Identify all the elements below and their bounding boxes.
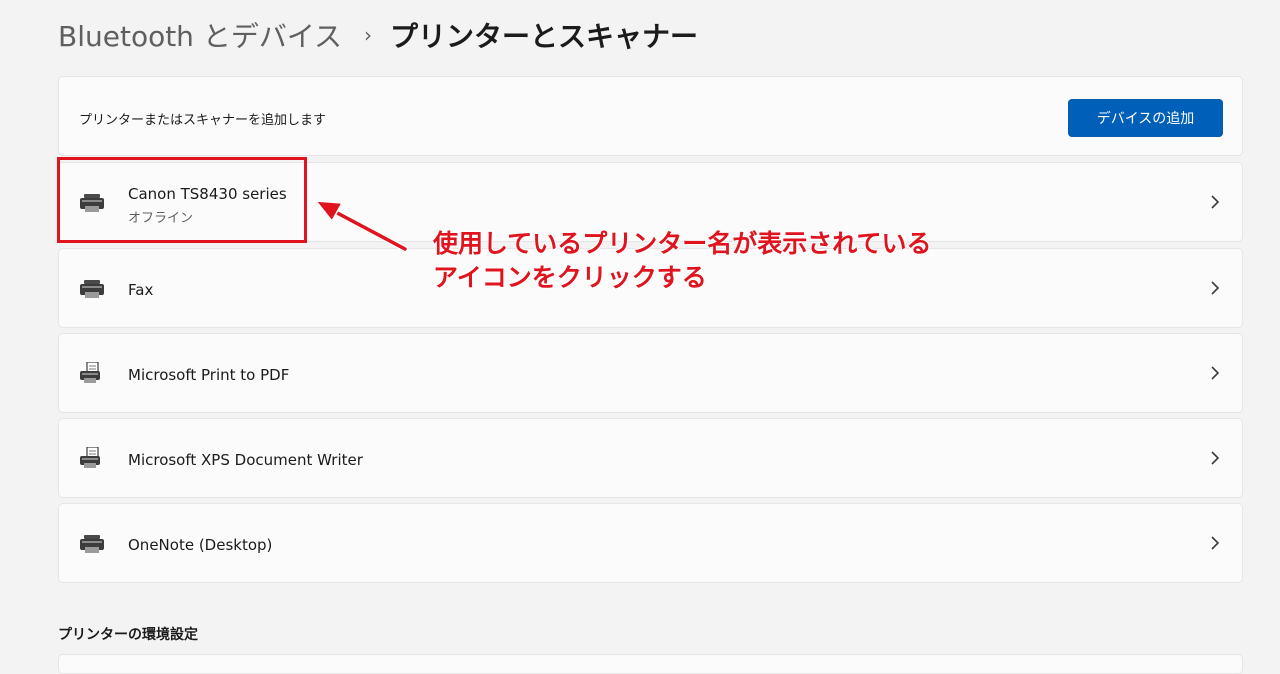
printer-name: Fax bbox=[128, 281, 154, 299]
printer-icon bbox=[80, 280, 104, 298]
page-title: プリンターとスキャナー bbox=[390, 20, 699, 53]
printer-item-print-to-pdf[interactable]: Microsoft Print to PDF bbox=[58, 333, 1243, 413]
add-printer-card: プリンターまたはスキャナーを追加します デバイスの追加 bbox=[58, 76, 1243, 156]
printer-name: Microsoft Print to PDF bbox=[128, 366, 290, 384]
printer-preferences-card bbox=[58, 654, 1243, 674]
chevron-right-icon bbox=[1211, 366, 1220, 380]
printer-icon bbox=[80, 194, 104, 212]
document-printer-icon bbox=[80, 362, 100, 383]
printer-status: オフライン bbox=[128, 211, 194, 226]
breadcrumb: Bluetooth とデバイス › プリンターとスキャナー bbox=[58, 12, 698, 58]
chevron-right-icon bbox=[1211, 195, 1220, 209]
printer-item-xps-writer[interactable]: Microsoft XPS Document Writer bbox=[58, 418, 1243, 498]
chevron-right-icon bbox=[1211, 451, 1220, 465]
printer-item-onenote[interactable]: OneNote (Desktop) bbox=[58, 503, 1243, 583]
printer-item-fax[interactable]: Fax bbox=[58, 248, 1243, 328]
printer-name: Microsoft XPS Document Writer bbox=[128, 451, 363, 469]
printer-name: OneNote (Desktop) bbox=[128, 536, 273, 554]
printer-preferences-heading: プリンターの環境設定 bbox=[58, 627, 198, 643]
add-device-button[interactable]: デバイスの追加 bbox=[1068, 99, 1223, 137]
printer-icon bbox=[80, 535, 104, 553]
chevron-right-icon bbox=[1211, 281, 1220, 295]
printer-name: Canon TS8430 series bbox=[128, 185, 287, 203]
printer-item-canon[interactable]: Canon TS8430 series オフライン bbox=[58, 162, 1243, 242]
breadcrumb-parent-link[interactable]: Bluetooth とデバイス bbox=[58, 15, 342, 55]
breadcrumb-separator: › bbox=[364, 23, 372, 47]
chevron-right-icon bbox=[1211, 536, 1220, 550]
add-printer-label: プリンターまたはスキャナーを追加します bbox=[79, 113, 327, 128]
document-printer-icon bbox=[80, 447, 100, 468]
